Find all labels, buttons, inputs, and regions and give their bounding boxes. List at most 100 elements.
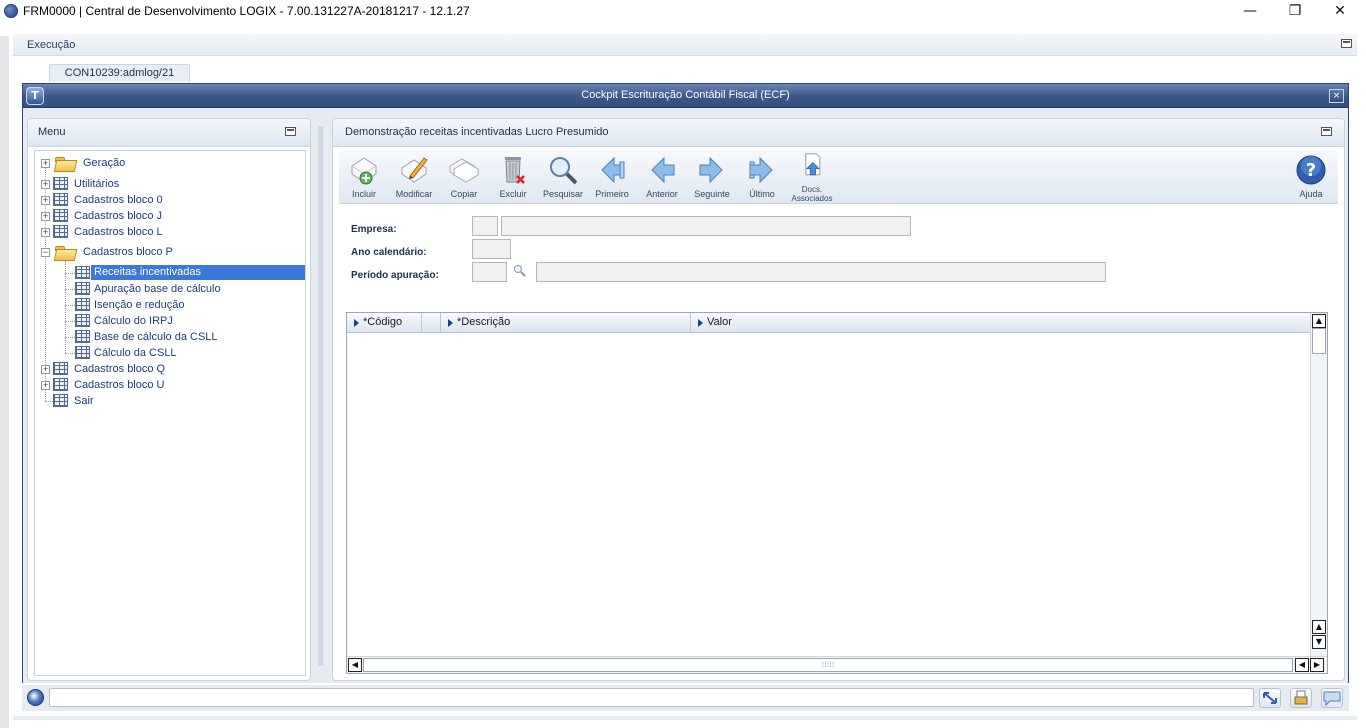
menu-item-calculo-csll[interactable]: Cálculo da CSLL [35, 345, 305, 361]
execution-minimize-icon[interactable] [1341, 39, 1352, 48]
primeiro-button[interactable]: Primeiro [587, 152, 637, 204]
add-icon [351, 157, 377, 185]
cockpit-close-button[interactable]: × [1329, 89, 1344, 103]
menu-title: Menu [38, 126, 66, 138]
copy-icon [449, 158, 479, 183]
grid-icon [75, 314, 90, 327]
panel-splitter[interactable] [318, 126, 323, 666]
menu-item-utilitarios[interactable]: + Utilitários [35, 176, 305, 192]
scroll-up-icon[interactable]: ▲ [1312, 620, 1326, 634]
resize-icon[interactable] [1259, 688, 1281, 708]
scroll-right-icon[interactable]: ▶ [1310, 658, 1324, 672]
grid-icon [75, 346, 90, 359]
left-collapse-strip[interactable] [0, 36, 9, 728]
execution-label: Execução [27, 39, 76, 51]
scroll-up-icon[interactable]: ▲ [1312, 314, 1326, 328]
menu-item-geracao[interactable]: + Geração [35, 155, 305, 171]
expand-icon[interactable]: + [41, 180, 50, 189]
column-header-descricao[interactable]: *Descrição [457, 316, 510, 328]
svg-text:?: ? [1306, 160, 1316, 181]
periodo-apuracao-label: Período apuração: [351, 270, 439, 281]
collapse-icon[interactable]: − [41, 248, 50, 257]
grid-icon [75, 282, 90, 295]
toolbar-label: Ajuda [1299, 189, 1323, 199]
scroll-left-icon[interactable]: ◀ [1295, 658, 1309, 672]
periodo-code-input[interactable] [472, 262, 507, 282]
messages-icon[interactable] [1321, 688, 1343, 708]
menu-item-label: Cadastros bloco 0 [74, 194, 163, 206]
vertical-scrollbar[interactable]: ▲ ▲ ▼ [1310, 313, 1327, 658]
chat-bubble-icon [1323, 691, 1341, 707]
expand-icon[interactable]: + [41, 159, 50, 168]
ultimo-button[interactable]: Último [737, 152, 787, 204]
periodo-name-input[interactable] [536, 262, 1106, 282]
menu-item-isencao-reducao[interactable]: Isenção e redução [35, 297, 305, 313]
menu-item-sair[interactable]: Sair [35, 393, 305, 409]
tab-con10239[interactable]: CON10239:admlog/21 [49, 64, 190, 82]
grid-icon [53, 177, 68, 190]
grid-icon [75, 330, 90, 343]
incluir-button[interactable]: Incluir [339, 152, 389, 204]
scroll-left-icon[interactable]: ◀ [348, 658, 362, 672]
column-separator[interactable] [440, 313, 441, 333]
scroll-down-icon[interactable]: ▼ [1312, 635, 1326, 649]
expand-icon[interactable]: + [41, 381, 50, 390]
menu-item-cadastros-bloco-p[interactable]: − Cadastros bloco P [35, 244, 305, 260]
ano-calendario-label: Ano calendário: [351, 247, 427, 258]
column-separator[interactable] [421, 313, 422, 333]
grid-icon [75, 266, 90, 279]
menu-item-cadastros-bloco-0[interactable]: + Cadastros bloco 0 [35, 192, 305, 208]
menu-item-base-calculo-csll[interactable]: Base de cálculo da CSLL [35, 329, 305, 345]
content-minimize-icon[interactable] [1321, 127, 1332, 136]
toolbar-label: Docs. Associados [791, 185, 833, 203]
menu-minimize-icon[interactable] [285, 127, 296, 136]
column-header-valor[interactable]: Valor [707, 316, 732, 328]
anterior-button[interactable]: Anterior [637, 152, 687, 204]
grid-header: *Código *Descrição Valor [347, 313, 1311, 333]
seguinte-button[interactable]: Seguinte [687, 152, 737, 204]
next-icon [699, 156, 723, 184]
column-arrow-icon [698, 319, 703, 327]
menu-item-cadastros-bloco-u[interactable]: + Cadastros bloco U [35, 377, 305, 393]
expand-icon[interactable]: + [41, 196, 50, 205]
expand-icon[interactable]: + [41, 228, 50, 237]
expand-icon[interactable]: + [41, 365, 50, 374]
print-icon[interactable] [1290, 688, 1312, 708]
column-separator[interactable] [690, 313, 691, 333]
menu-item-cadastros-bloco-l[interactable]: + Cadastros bloco L [35, 224, 305, 240]
menu-item-receitas-incentivadas[interactable]: Receitas incentivadas [35, 265, 305, 281]
toolbar: Incluir Modificar Copiar Excluir Pesquis… [339, 150, 1338, 204]
grid-icon [53, 225, 68, 238]
grid-icon [53, 362, 68, 375]
menu-tree: + Geração + Utilitários + Cadastros bloc… [34, 150, 306, 676]
scroll-thumb[interactable] [1312, 328, 1326, 354]
window-title: FRM0000 | Central de Desenvolvimento LOG… [23, 4, 470, 18]
edit-icon [401, 157, 428, 183]
maximize-button[interactable]: ❐ [1273, 1, 1317, 23]
globe-icon[interactable] [27, 689, 44, 706]
menu-item-label: Cálculo da CSLL [94, 347, 177, 359]
menu-item-apuracao-base-calculo[interactable]: Apuração base de cálculo [35, 281, 305, 297]
close-button[interactable]: ✕ [1318, 1, 1362, 23]
expand-icon[interactable]: + [41, 212, 50, 221]
modificar-button[interactable]: Modificar [389, 152, 439, 204]
column-header-codigo[interactable]: *Código [363, 316, 402, 328]
lookup-search-icon[interactable] [513, 264, 526, 277]
ajuda-button[interactable]: ? Ajuda [1286, 152, 1336, 204]
menu-item-calculo-irpj[interactable]: Cálculo do IRPJ [35, 313, 305, 329]
horizontal-scrollbar[interactable]: ◀ ⁞⁞⁞⁞⁞ ◀ ▶ [347, 656, 1327, 673]
docs-associados-button[interactable]: Docs. Associados [787, 152, 837, 204]
resize-arrow-icon [1263, 692, 1277, 704]
empresa-code-input[interactable] [472, 216, 498, 236]
content-panel: Demonstração receitas incentivadas Lucro… [332, 118, 1345, 681]
minimize-button[interactable]: — [1228, 1, 1272, 23]
menu-item-cadastros-bloco-q[interactable]: + Cadastros bloco Q [35, 361, 305, 377]
menu-item-cadastros-bloco-j[interactable]: + Cadastros bloco J [35, 208, 305, 224]
empresa-name-input[interactable] [501, 216, 911, 236]
ano-calendario-input[interactable] [472, 239, 511, 259]
scroll-thumb[interactable]: ⁞⁞⁞⁞⁞ [363, 658, 1293, 672]
folder-open-icon [55, 244, 75, 259]
menu-item-label: Cadastros bloco P [83, 246, 173, 258]
menu-item-label: Utilitários [74, 178, 120, 190]
excluir-button[interactable]: Excluir [488, 152, 538, 204]
